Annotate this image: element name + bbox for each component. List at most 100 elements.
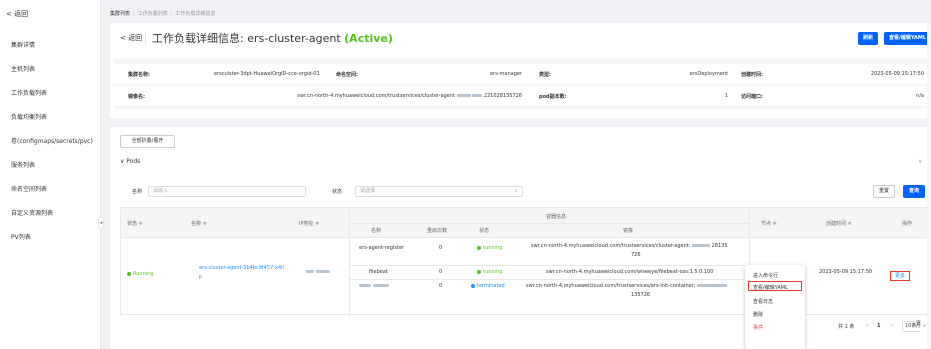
menu-item-exec[interactable]: 进入命令行	[753, 272, 778, 279]
pager-prev[interactable]: <	[865, 323, 869, 329]
more-actions-menu: 进入命令行 查看/编辑YAML 查看日志 删除 事件	[745, 265, 805, 349]
info-row-1: 集群名称: ersculster-3dpt-HuaweiOrgID-cce-or…	[114, 64, 931, 84]
info-row-2: 镜像名: swr.cn-north-4.myhuaweicloud.com/tr…	[114, 86, 931, 106]
container-restarts: 0	[439, 283, 443, 289]
container-status: running	[477, 269, 502, 275]
page-title: 工作负载详细信息: ers-cluster-agent (Active)	[152, 30, 393, 46]
container-name-redacted	[359, 283, 389, 289]
pager-goto-label: 页	[916, 321, 922, 327]
container-status-text: running	[483, 245, 503, 251]
pods-section-header[interactable]: ∨ Pods	[120, 158, 140, 165]
column-header-node[interactable]: 节点 ≑	[761, 220, 777, 227]
sidebar-item-cluster-detail[interactable]: 集群详情	[11, 40, 35, 49]
redacted-mark	[472, 94, 483, 97]
pod-created-time: 2023-05-09 15:17:50	[819, 269, 873, 275]
scrollbar[interactable]	[927, 23, 931, 349]
breadcrumb-separator: |	[170, 11, 173, 17]
sidebar-back-link[interactable]: < 返回	[6, 9, 28, 19]
reset-button[interactable]: 重置	[873, 185, 895, 198]
menu-item-logs[interactable]: 查看日志	[753, 298, 773, 305]
pod-name-link-wrap[interactable]: p	[199, 274, 202, 280]
cluster-name-label: 集群名称:	[128, 72, 150, 78]
column-header-actions: 操作	[902, 221, 913, 227]
column-header-container-info: 容器信息	[546, 214, 567, 220]
replicas-label: pod副本数:	[539, 94, 567, 100]
redacted-mark	[315, 270, 330, 273]
row-divider	[349, 265, 749, 266]
search-button[interactable]: 查询	[903, 185, 925, 198]
redacted-mark	[696, 284, 727, 287]
redacted-mark	[306, 270, 314, 273]
more-actions-button[interactable]: 更多	[890, 271, 910, 281]
row-divider	[349, 279, 749, 280]
breadcrumb-workloads[interactable]: 工作负载列表	[138, 11, 168, 17]
image-name-text: swr.cn-north-4.myhuaweicloud.com/trustse…	[297, 93, 456, 99]
title-divider	[145, 33, 146, 44]
created-time-value: 2023-05-09 15:17:50	[870, 71, 924, 77]
breadcrumb-clusters[interactable]: 集群列表	[110, 11, 130, 17]
namespace-label: 命名空间:	[336, 72, 358, 78]
type-label: 类型:	[539, 72, 551, 78]
container-restarts: 0	[439, 269, 443, 275]
container-image-wrap: 135726	[631, 292, 651, 298]
view-yaml-button[interactable]: 查看/编辑YAML	[884, 32, 931, 45]
header-divider	[121, 237, 931, 238]
sidebar-item-pv[interactable]: PV列表	[11, 232, 31, 241]
section-gap	[110, 118, 931, 127]
sidebar-collapse-handle[interactable]: ◂	[98, 217, 104, 229]
column-header-ip[interactable]: IP地址 ≑	[299, 220, 319, 227]
header-back-link[interactable]: < 返回	[120, 33, 142, 43]
pod-name-link[interactable]: ers-cluster-agent-5b4bc9f457-x4ll	[199, 265, 284, 271]
chevron-down-icon: ∨	[514, 188, 518, 194]
name-filter-input[interactable]: 请输入	[148, 186, 306, 197]
sidebar-item-workloads[interactable]: 工作负载列表	[11, 88, 47, 97]
image-name-label: 镜像名:	[128, 94, 145, 100]
status-dot-icon	[477, 245, 481, 250]
pager-total: 共 1 条	[838, 324, 855, 330]
menu-item-view-yaml[interactable]: 查看/编辑YAML	[753, 284, 788, 291]
replicas-value: 1	[724, 93, 728, 99]
sidebar-item-custom-resources[interactable]: 自定义资源列表	[11, 208, 53, 217]
column-header-name[interactable]: 名称 ≑	[191, 220, 207, 227]
container-image: swr.cn-north-4.myhuaweicloud.com/trustse…	[531, 243, 728, 249]
redacted-mark	[692, 244, 711, 247]
sidebar-item-load-balancers[interactable]: 负载均衡列表	[11, 112, 47, 121]
container-image-suffix: 28135	[711, 243, 728, 249]
breadcrumb-separator: |	[133, 11, 135, 17]
container-image-text: swr.cn-north-4.myhuaweicloud.com/trustse…	[526, 283, 696, 289]
menu-item-delete[interactable]: 删除	[753, 311, 763, 318]
header-divider	[349, 223, 749, 224]
container-status: running	[477, 245, 502, 251]
main-panel: < 返回 工作负载详细信息: ers-cluster-agent (Active…	[110, 23, 931, 349]
column-header-created[interactable]: 创建时间 ≑	[826, 220, 852, 227]
status-dot-icon	[471, 283, 475, 288]
sidebar-item-hosts[interactable]: 主机列表	[11, 64, 35, 73]
pager-page-1[interactable]: 1	[877, 323, 880, 329]
toggle-all-button[interactable]: 全部折叠/展开	[120, 135, 175, 148]
image-tag-suffix: 221028135726	[483, 93, 522, 99]
sidebar-item-namespaces[interactable]: 命名空间列表	[11, 184, 47, 193]
sidebar-item-volumes[interactable]: 卷(configmaps/secrets/pvc)	[11, 136, 93, 145]
container-image: swr.cn-north-4.myhuaweicloud.com/trustse…	[526, 283, 727, 289]
chevron-down-icon[interactable]: ∨	[918, 158, 922, 165]
status-filter-placeholder: 请选择	[360, 188, 376, 194]
container-image: swr.cn-north-4.myhuaweicloud.com/wiseeye…	[546, 269, 714, 275]
column-header-status[interactable]: 状态 ≑	[127, 220, 143, 227]
container-image-wrap: 726	[631, 252, 641, 258]
namespace-value: ers-manager	[489, 71, 522, 77]
menu-item-events[interactable]: 事件	[753, 324, 763, 331]
pod-status: Running	[127, 271, 154, 277]
status-filter-select[interactable]: 请选择 ∨	[355, 186, 523, 197]
refresh-button[interactable]: 刷新	[858, 32, 878, 45]
status-dot-icon	[477, 269, 481, 274]
breadcrumb: 集群列表 | 工作负载列表 | 工作负载详细信息	[110, 10, 215, 17]
pager-next[interactable]: >	[890, 323, 894, 329]
pod-status-text: Running	[133, 271, 154, 277]
sidebar-item-services[interactable]: 服务列表	[11, 160, 35, 169]
column-header-container-name: 名称	[371, 228, 382, 234]
container-status-text: terminated	[477, 283, 505, 289]
status-badge: (Active)	[344, 32, 393, 45]
container-image-text: swr.cn-north-4.myhuaweicloud.com/trustse…	[531, 243, 691, 249]
name-filter-label: 名称	[132, 189, 143, 195]
image-name-value: swr.cn-north-4.myhuaweicloud.com/trustse…	[264, 93, 522, 99]
